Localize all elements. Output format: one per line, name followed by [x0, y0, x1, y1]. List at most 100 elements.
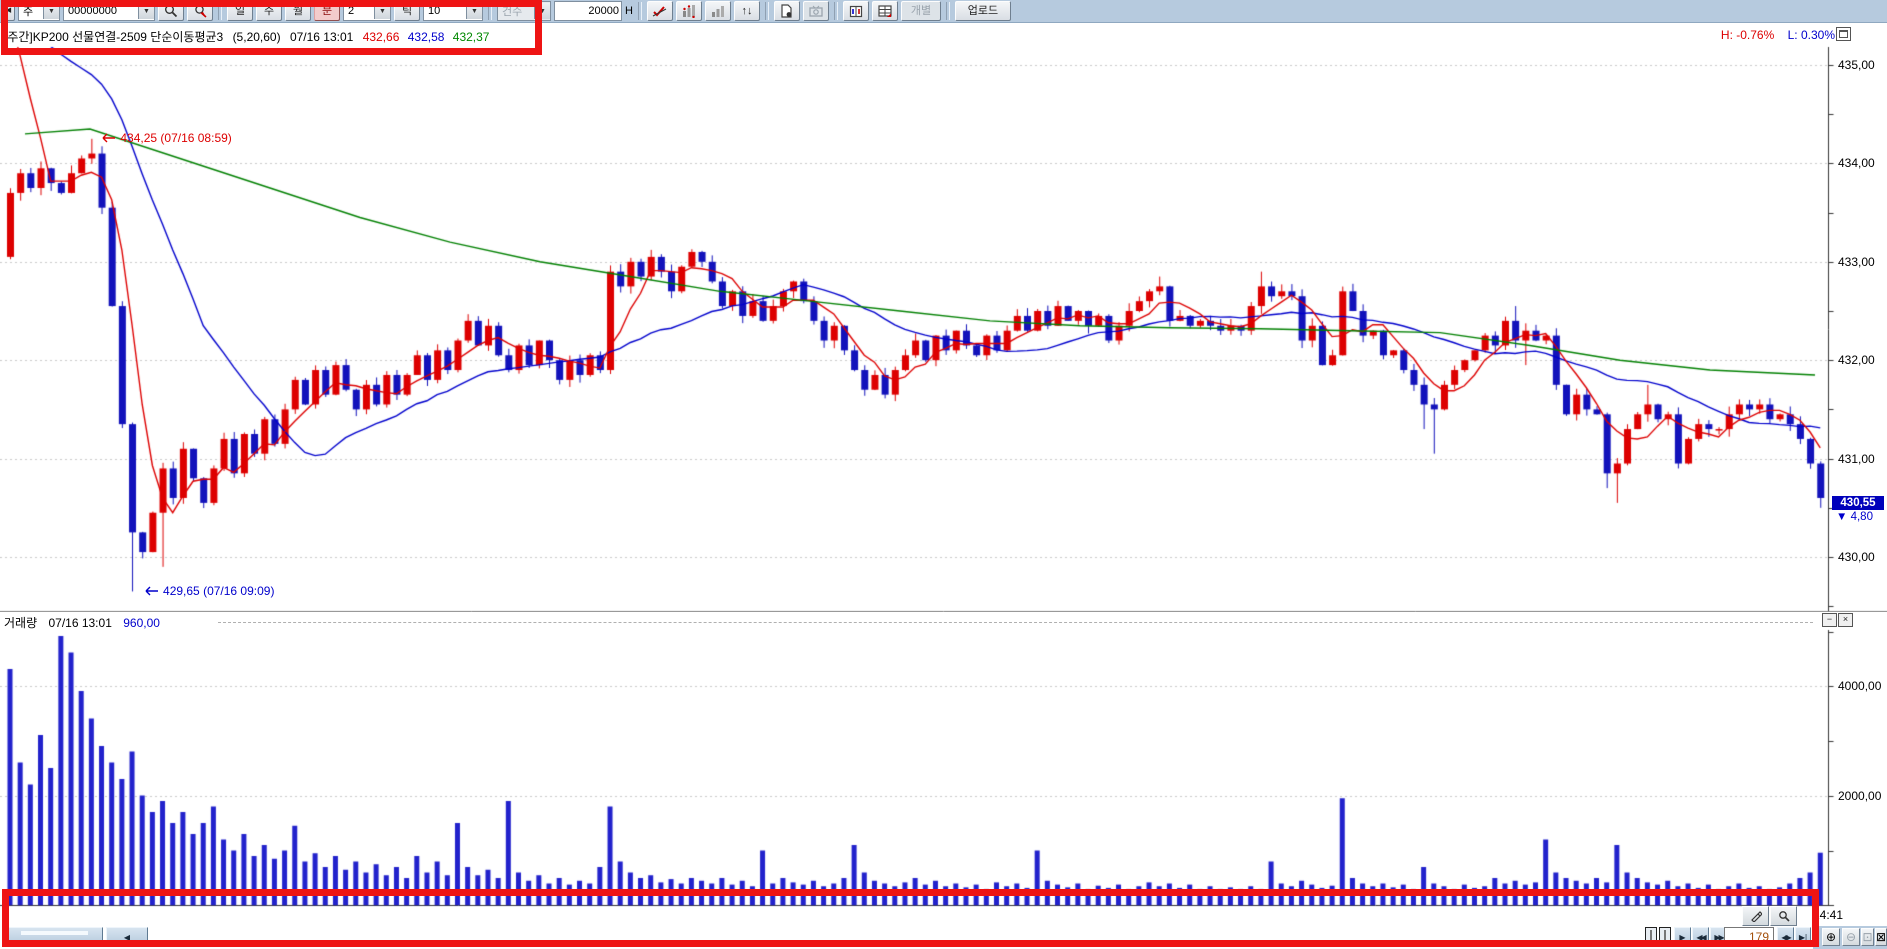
chart-book-button[interactable] [843, 1, 869, 21]
symbol-code-input[interactable]: 00000000 ▼ [63, 1, 155, 21]
toolbar-separator [638, 2, 642, 20]
search-back-icon [193, 4, 208, 18]
last-time-label: 14:41 [1813, 908, 1843, 922]
toolbar-separator [488, 2, 492, 20]
volume-minimize-icon[interactable]: − [1822, 613, 1837, 627]
box-tool-button[interactable]: ⊡ [1861, 928, 1874, 946]
volume-close-icon[interactable]: × [1838, 613, 1853, 627]
interval-day-button[interactable]: 일 [227, 1, 253, 21]
minute-value-select[interactable]: 2 ▼ [343, 1, 391, 21]
bar-chart-button[interactable] [705, 1, 731, 21]
sort-updown-button[interactable]: ↑↓ [734, 1, 760, 21]
maximize-icon[interactable] [1836, 27, 1851, 41]
session-low-annotation: 429,65 (07/16 09:09) [140, 584, 274, 598]
search-button[interactable] [158, 1, 184, 21]
volume-header-divider [218, 622, 1813, 623]
toolbar-scroll-left-button[interactable]: ◀ [2, 1, 15, 21]
volume-axis-label: 2000,00 [1838, 789, 1881, 803]
toolbar-separator [834, 2, 838, 20]
close-box-icon: ⊠ [1876, 930, 1886, 944]
chevron-down-icon: ▼ [534, 3, 550, 19]
chevron-down-icon[interactable]: ▼ [466, 3, 482, 19]
zoom-tool-button[interactable] [1770, 906, 1797, 926]
bar-count-input[interactable] [1724, 927, 1774, 947]
count-select-disabled: 건수 ▼ [497, 1, 551, 21]
price-axis-label: 430,00 [1838, 550, 1875, 564]
high-low-percent: H: -0.76% L: 0.30% [1721, 28, 1835, 42]
range-handle-left[interactable] [1645, 927, 1657, 947]
volume-axis-label: 4000,00 [1838, 679, 1881, 693]
period-select[interactable]: 주 ▼ [18, 1, 60, 21]
hts-chart-window: ◀ 주 ▼ 00000000 ▼ 일 주 월 분 2 ▼ 틱 1 [0, 0, 1887, 949]
quantity-input[interactable]: 20000 [554, 1, 622, 21]
price-axis-label: 433,00 [1838, 255, 1875, 269]
upload-button[interactable]: 업로드 [955, 1, 1011, 21]
candlestick-chart-canvas[interactable] [0, 0, 1887, 949]
interval-minute-button[interactable]: 분 [314, 1, 340, 21]
toolbar-separator [765, 2, 769, 20]
toolbar-separator [218, 2, 222, 20]
ma5-value: 432,66 [363, 30, 400, 44]
expand-range-button[interactable]: ◀▶ [1777, 927, 1794, 947]
fast-forward-icon: ▶▶ [1714, 933, 1722, 942]
ma20-value: 432,58 [408, 30, 445, 44]
range-handle-right[interactable] [1659, 927, 1671, 947]
volume-datetime: 07/16 13:01 [48, 616, 111, 630]
price-change-label: ▼ 4,80 [1836, 511, 1873, 523]
to-end-icon: ▶| [1799, 933, 1807, 942]
price-axis-label: 435,00 [1838, 58, 1875, 72]
pen-icon [1750, 910, 1762, 922]
search-back-button[interactable] [187, 1, 213, 21]
ma60-value: 432,37 [453, 30, 490, 44]
grid-view-button[interactable] [872, 1, 898, 21]
close-tool-button[interactable]: ⊠ [1875, 928, 1887, 946]
scrollbar-grip-handle[interactable] [6, 927, 103, 947]
chevron-down-icon[interactable]: ▼ [43, 3, 59, 19]
expand-icon: ◀▶ [1781, 933, 1789, 942]
high-percent-label: H: -0.76% [1721, 28, 1774, 42]
cursor-line-tool-button[interactable] [647, 1, 673, 21]
scroll-left-button[interactable]: ◀ [106, 927, 148, 947]
main-toolbar: ◀ 주 ▼ 00000000 ▼ 일 주 월 분 2 ▼ 틱 1 [0, 0, 1887, 23]
chart-title-bar: [주간]KP200 선물연결-2509 단순이동평균3 (5,20,60) 07… [0, 24, 1887, 46]
session-high-annotation: 434,25 (07/16 08:59) [97, 131, 231, 145]
interval-month-button[interactable]: 월 [285, 1, 311, 21]
chevron-down-icon[interactable]: ▼ [138, 3, 154, 19]
volume-value: 960,00 [123, 616, 160, 630]
zoom-out-button[interactable]: ⊖ [1842, 928, 1860, 946]
interval-week-button[interactable]: 주 [256, 1, 282, 21]
chart-datetime: 07/16 13:01 [290, 30, 353, 44]
play-icon: ▶ [1679, 933, 1685, 942]
zoom-in-icon: ⊕ [1826, 930, 1836, 944]
document-icon [780, 4, 793, 18]
grid-icon [878, 5, 892, 18]
low-arrow-icon [140, 585, 160, 597]
search-icon [164, 4, 178, 18]
magnifier-icon [1778, 910, 1790, 922]
low-percent-label: L: 0.30% [1788, 28, 1835, 42]
left-arrow-icon: ◀ [124, 933, 130, 942]
new-document-button[interactable] [774, 1, 800, 21]
volume-label: 거래량 [4, 616, 37, 630]
price-axis-label: 432,00 [1838, 353, 1875, 367]
draw-tool-button[interactable] [1742, 906, 1769, 926]
chevron-down-icon[interactable]: ▼ [374, 3, 390, 19]
rewind-icon: ◀◀ [1696, 933, 1704, 942]
capture-button-disabled [803, 1, 829, 21]
play-button[interactable]: ▶ [1674, 927, 1691, 947]
ma-params: (5,20,60) [233, 30, 281, 44]
chart-title: [주간]KP200 선물연결-2509 단순이동평균3 (5,20,60) 07… [4, 28, 489, 45]
go-to-end-button[interactable]: ▶| [1795, 927, 1811, 947]
price-axis-label: 431,00 [1838, 452, 1875, 466]
bar-chart-icon [711, 4, 725, 18]
rewind-button[interactable]: ◀◀ [1692, 927, 1709, 947]
tick-button[interactable]: 틱 [394, 1, 420, 21]
zoom-out-icon: ⊖ [1846, 930, 1856, 944]
bar-chart-signal-button[interactable] [676, 1, 702, 21]
box-icon: ⊡ [1862, 930, 1872, 944]
zoom-in-button[interactable]: ⊕ [1822, 928, 1840, 946]
quantity-unit-label: H [625, 5, 633, 17]
book-icon [849, 5, 863, 18]
individual-button-disabled: 개별 [901, 1, 941, 21]
tick-value-select[interactable]: 10 ▼ [423, 1, 483, 21]
